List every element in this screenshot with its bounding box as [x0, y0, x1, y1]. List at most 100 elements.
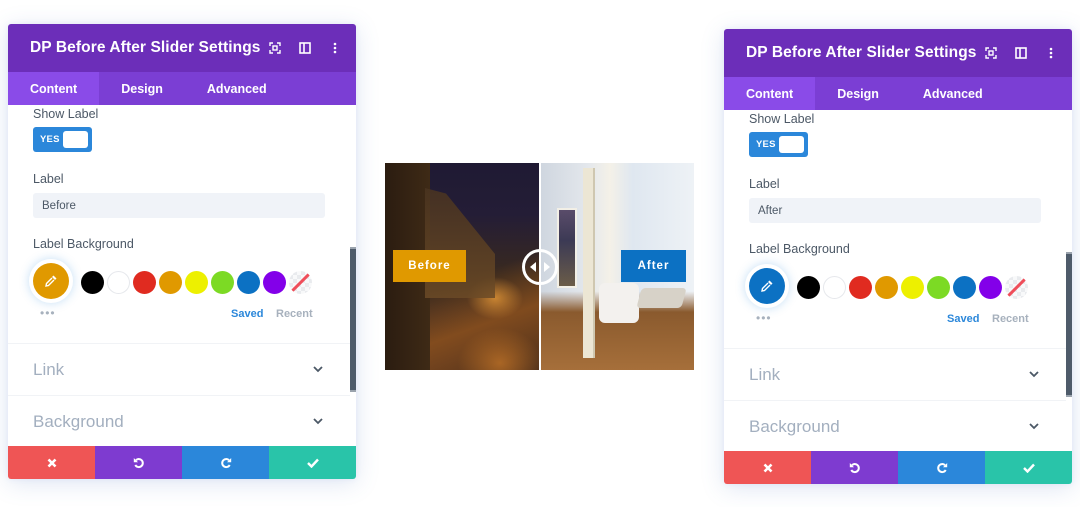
after-image-chair	[636, 288, 687, 308]
section-title: Background	[749, 416, 840, 436]
swatch-black[interactable]	[81, 271, 104, 294]
tab-bar: Content Design Advanced	[8, 72, 356, 105]
settings-panel-after: DP Before After Slider Settings Content …	[724, 29, 1072, 484]
cancel-button[interactable]	[8, 446, 95, 479]
label-input[interactable]	[749, 198, 1041, 223]
show-label-label: Show Label	[749, 112, 815, 126]
section-background[interactable]: Background	[724, 400, 1066, 451]
show-label-toggle[interactable]: YES	[749, 132, 808, 157]
swatch-blue[interactable]	[237, 271, 260, 294]
redo-button[interactable]	[182, 446, 269, 479]
panel-title: DP Before After Slider Settings	[746, 44, 977, 61]
recent-colors-tab[interactable]: Recent	[276, 308, 313, 320]
swatch-purple[interactable]	[979, 276, 1002, 299]
saved-colors-tab[interactable]: Saved	[231, 308, 263, 320]
panel-header: DP Before After Slider Settings	[724, 29, 1072, 77]
undo-button[interactable]	[811, 451, 898, 484]
label-field-label: Label	[749, 177, 780, 191]
tab-content[interactable]: Content	[8, 72, 100, 105]
after-label: After	[621, 250, 686, 282]
cancel-button[interactable]	[724, 451, 811, 484]
undo-icon	[133, 457, 144, 468]
arrow-right-icon	[544, 262, 550, 272]
panel-body: Show Label YES Label Label Background ••…	[8, 105, 356, 446]
show-label-toggle[interactable]: YES	[33, 127, 92, 152]
swatch-none[interactable]	[289, 271, 312, 294]
color-swatches	[81, 271, 312, 294]
more-vertical-icon[interactable]	[1036, 29, 1066, 77]
toggle-knob	[63, 131, 88, 148]
swatch-red[interactable]	[849, 276, 872, 299]
swatch-black[interactable]	[797, 276, 820, 299]
close-icon	[763, 463, 772, 472]
color-swatches	[797, 276, 1028, 299]
toggle-text: YES	[756, 139, 776, 150]
swatch-green[interactable]	[211, 271, 234, 294]
swatch-white[interactable]	[107, 271, 130, 294]
redo-icon	[936, 462, 947, 473]
swatch-white[interactable]	[823, 276, 846, 299]
after-image-sofa	[599, 283, 639, 323]
color-picker-button[interactable]	[749, 268, 785, 304]
label-input[interactable]	[33, 193, 325, 218]
toggle-knob	[779, 136, 804, 153]
label-background-label: Label Background	[33, 237, 134, 251]
swatch-purple[interactable]	[263, 271, 286, 294]
check-icon	[306, 458, 319, 468]
tab-design[interactable]: Design	[99, 72, 185, 105]
swatch-blue[interactable]	[953, 276, 976, 299]
scrollbar[interactable]	[1066, 252, 1072, 397]
scrollbar[interactable]	[350, 247, 356, 392]
show-label-label: Show Label	[33, 107, 99, 121]
chevron-down-icon	[312, 416, 324, 428]
chevron-down-icon	[1028, 369, 1040, 381]
swatch-green[interactable]	[927, 276, 950, 299]
after-image-shelf	[557, 208, 577, 288]
before-after-slider[interactable]: Before After	[385, 163, 694, 370]
undo-button[interactable]	[95, 446, 182, 479]
tab-bar: Content Design Advanced	[724, 77, 1072, 110]
close-icon	[47, 458, 56, 467]
save-button[interactable]	[269, 446, 356, 479]
focus-icon[interactable]	[976, 29, 1006, 77]
focus-icon[interactable]	[260, 24, 290, 72]
tab-design[interactable]: Design	[815, 77, 901, 110]
save-button[interactable]	[985, 451, 1072, 484]
before-label: Before	[393, 250, 466, 282]
color-picker-button[interactable]	[33, 263, 69, 299]
section-link[interactable]: Link	[8, 343, 350, 395]
saved-colors-tab[interactable]: Saved	[947, 313, 979, 325]
tab-content[interactable]: Content	[724, 77, 816, 110]
check-icon	[1022, 463, 1035, 473]
swatch-orange[interactable]	[875, 276, 898, 299]
panel-footer	[8, 446, 356, 479]
more-colors-button[interactable]: •••	[40, 306, 56, 320]
swatch-orange[interactable]	[159, 271, 182, 294]
panel-header: DP Before After Slider Settings	[8, 24, 356, 72]
section-title: Link	[749, 364, 781, 384]
section-background[interactable]: Background	[8, 395, 350, 446]
swatch-yellow[interactable]	[901, 276, 924, 299]
swatch-red[interactable]	[133, 271, 156, 294]
chevron-down-icon	[312, 364, 324, 376]
section-title: Background	[33, 411, 124, 431]
more-vertical-icon[interactable]	[320, 24, 350, 72]
label-field-label: Label	[33, 172, 64, 186]
swatch-yellow[interactable]	[185, 271, 208, 294]
more-colors-button[interactable]: •••	[756, 311, 772, 325]
split-view-icon[interactable]	[1006, 29, 1036, 77]
redo-icon	[220, 457, 231, 468]
slider-handle[interactable]	[522, 249, 558, 285]
tab-advanced[interactable]: Advanced	[901, 77, 1005, 110]
section-link[interactable]: Link	[724, 348, 1066, 400]
panel-title: DP Before After Slider Settings	[30, 39, 261, 56]
toggle-text: YES	[40, 134, 60, 145]
eyedropper-icon	[45, 275, 57, 287]
chevron-down-icon	[1028, 421, 1040, 433]
split-view-icon[interactable]	[290, 24, 320, 72]
tab-advanced[interactable]: Advanced	[185, 72, 289, 105]
redo-button[interactable]	[898, 451, 985, 484]
recent-colors-tab[interactable]: Recent	[992, 313, 1029, 325]
swatch-none[interactable]	[1005, 276, 1028, 299]
stage: DP Before After Slider Settings Content …	[0, 0, 1080, 507]
